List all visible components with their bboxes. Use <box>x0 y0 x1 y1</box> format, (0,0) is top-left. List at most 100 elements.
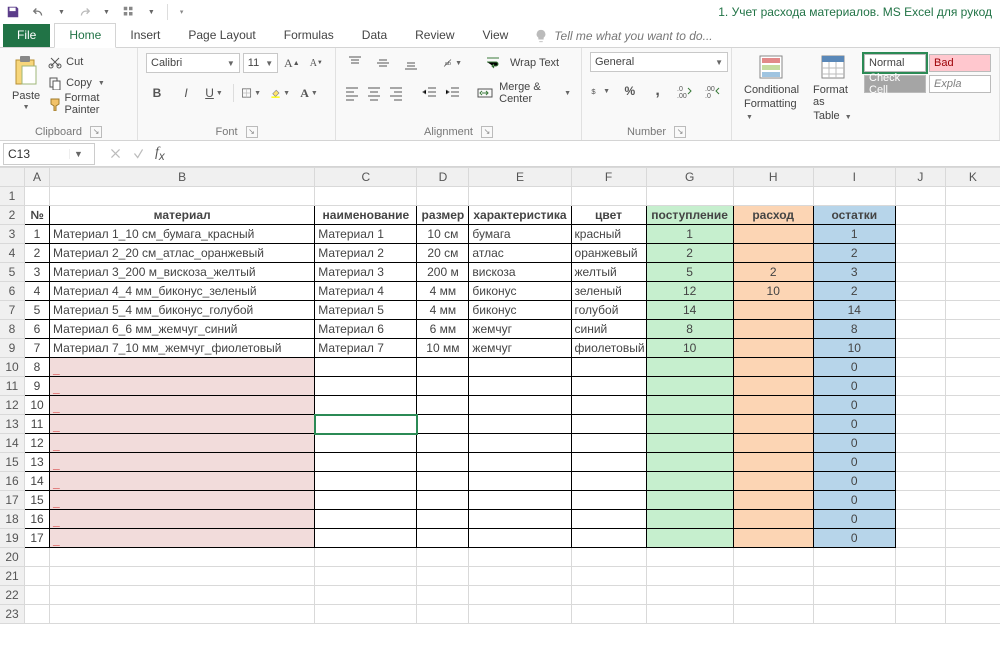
cell-I3[interactable]: 1 <box>813 225 895 244</box>
cell-D20[interactable] <box>417 548 469 567</box>
cell-C6[interactable]: Материал 4 <box>315 282 417 301</box>
cell-I22[interactable] <box>813 586 895 605</box>
percent-format-icon[interactable]: % <box>620 80 640 102</box>
align-middle-icon[interactable] <box>372 52 394 74</box>
cell-A19[interactable]: 17 <box>25 529 50 548</box>
cell-H2[interactable]: расход <box>733 206 813 225</box>
row-header-1[interactable]: 1 <box>0 187 25 206</box>
cell-G12[interactable] <box>646 396 733 415</box>
cell-K4[interactable] <box>945 244 1000 263</box>
font-dlauncher[interactable]: ↘ <box>246 126 258 138</box>
cell-G3[interactable]: 1 <box>646 225 733 244</box>
row-header-13[interactable]: 13 <box>0 415 25 434</box>
row-header-3[interactable]: 3 <box>0 225 25 244</box>
cell-I6[interactable]: 2 <box>813 282 895 301</box>
cell-B3[interactable]: Материал 1_10 см_бумага_красный <box>50 225 315 244</box>
cell-C9[interactable]: Материал 7 <box>315 339 417 358</box>
cell-H8[interactable] <box>733 320 813 339</box>
cell-K6[interactable] <box>945 282 1000 301</box>
cell-G6[interactable]: 12 <box>646 282 733 301</box>
clipboard-dlauncher[interactable]: ↘ <box>90 126 102 138</box>
cell-B18[interactable]: __ <box>50 510 315 529</box>
italic-button[interactable]: I <box>175 82 197 104</box>
cell-B12[interactable]: __ <box>50 396 315 415</box>
cell-B11[interactable]: __ <box>50 377 315 396</box>
cell-D21[interactable] <box>417 567 469 586</box>
cell-J11[interactable] <box>895 377 945 396</box>
cell-F3[interactable]: красный <box>571 225 646 244</box>
tab-formulas[interactable]: Formulas <box>270 24 348 47</box>
cell-K20[interactable] <box>945 548 1000 567</box>
cell-C1[interactable] <box>315 187 417 206</box>
cell-F23[interactable] <box>571 605 646 624</box>
cell-E7[interactable]: биконус <box>469 301 571 320</box>
align-top-icon[interactable] <box>344 52 366 74</box>
cell-A17[interactable]: 15 <box>25 491 50 510</box>
cell-G9[interactable]: 10 <box>646 339 733 358</box>
cell-H5[interactable]: 2 <box>733 263 813 282</box>
tab-home[interactable]: Home <box>54 23 116 48</box>
style-bad[interactable]: Bad <box>929 54 991 72</box>
number-dlauncher[interactable]: ↘ <box>674 126 686 138</box>
cell-J7[interactable] <box>895 301 945 320</box>
cell-G17[interactable] <box>646 491 733 510</box>
cell-E2[interactable]: характеристика <box>469 206 571 225</box>
cell-A23[interactable] <box>25 605 50 624</box>
cell-C14[interactable] <box>315 434 417 453</box>
cell-I2[interactable]: остатки <box>813 206 895 225</box>
shrink-font-icon[interactable]: A▼ <box>306 52 327 74</box>
cell-I4[interactable]: 2 <box>813 244 895 263</box>
col-header-J[interactable]: J <box>895 168 945 187</box>
font-name-combo[interactable]: Calibri▼ <box>146 53 240 73</box>
cell-F10[interactable] <box>571 358 646 377</box>
style-check-cell[interactable]: Check Cell <box>864 75 926 93</box>
row-header-21[interactable]: 21 <box>0 567 25 586</box>
cell-F7[interactable]: голубой <box>571 301 646 320</box>
cell-J16[interactable] <box>895 472 945 491</box>
cut-button[interactable]: Cut <box>48 52 129 72</box>
qat-custom-icon[interactable] <box>120 3 138 21</box>
cell-G23[interactable] <box>646 605 733 624</box>
cell-D7[interactable]: 4 мм <box>417 301 469 320</box>
cell-G22[interactable] <box>646 586 733 605</box>
tab-review[interactable]: Review <box>401 24 468 47</box>
cell-D23[interactable] <box>417 605 469 624</box>
cell-A12[interactable]: 10 <box>25 396 50 415</box>
row-header-23[interactable]: 23 <box>0 605 25 624</box>
cell-G15[interactable] <box>646 453 733 472</box>
col-header-B[interactable]: B <box>50 168 315 187</box>
cell-E22[interactable] <box>469 586 571 605</box>
cell-J8[interactable] <box>895 320 945 339</box>
row-header-4[interactable]: 4 <box>0 244 25 263</box>
cell-A5[interactable]: 3 <box>25 263 50 282</box>
cell-J9[interactable] <box>895 339 945 358</box>
cell-K7[interactable] <box>945 301 1000 320</box>
undo-dropdown[interactable]: ▼ <box>56 9 67 16</box>
cell-I23[interactable] <box>813 605 895 624</box>
cell-A11[interactable]: 9 <box>25 377 50 396</box>
cell-K15[interactable] <box>945 453 1000 472</box>
paste-button[interactable]: Paste ▼ <box>8 54 44 113</box>
cell-H20[interactable] <box>733 548 813 567</box>
save-icon[interactable] <box>4 3 22 21</box>
cell-F22[interactable] <box>571 586 646 605</box>
fx-icon[interactable]: fx <box>155 145 165 163</box>
cell-K13[interactable] <box>945 415 1000 434</box>
cell-F14[interactable] <box>571 434 646 453</box>
cell-D5[interactable]: 200 м <box>417 263 469 282</box>
cell-J2[interactable] <box>895 206 945 225</box>
cell-J13[interactable] <box>895 415 945 434</box>
cell-E4[interactable]: атлас <box>469 244 571 263</box>
cell-F2[interactable]: цвет <box>571 206 646 225</box>
cell-A2[interactable]: № <box>25 206 50 225</box>
cell-D19[interactable] <box>417 529 469 548</box>
cell-H9[interactable] <box>733 339 813 358</box>
cell-C11[interactable] <box>315 377 417 396</box>
cell-K23[interactable] <box>945 605 1000 624</box>
cell-E9[interactable]: жемчуг <box>469 339 571 358</box>
cell-D8[interactable]: 6 мм <box>417 320 469 339</box>
cell-B20[interactable] <box>50 548 315 567</box>
cell-B5[interactable]: Материал 3_200 м_вискоза_желтый <box>50 263 315 282</box>
row-header-17[interactable]: 17 <box>0 491 25 510</box>
cell-D1[interactable] <box>417 187 469 206</box>
